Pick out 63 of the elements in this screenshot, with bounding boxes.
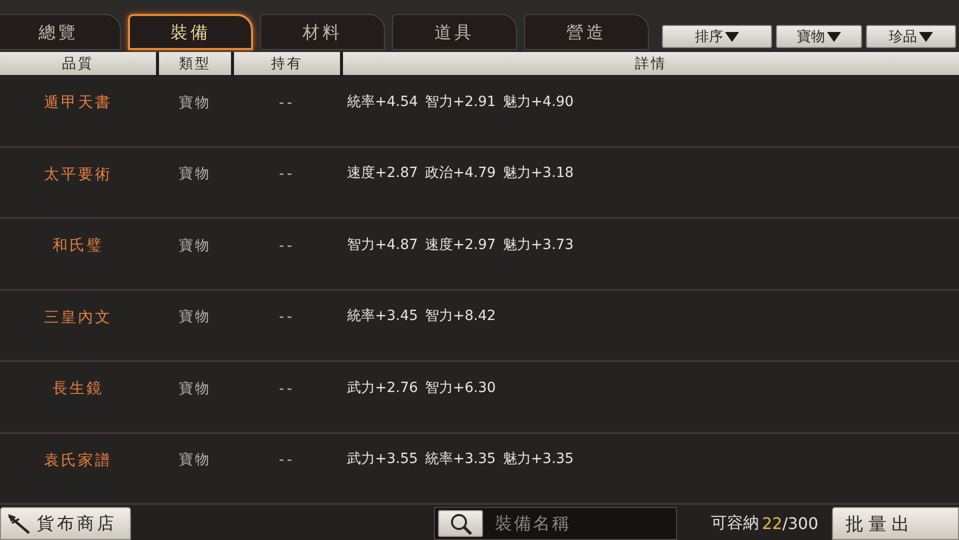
stat-bonus: 魅力+3.73 — [502, 236, 574, 254]
item-row[interactable]: 長生鏡 寶物 -- 武力+2.76 智力+6.30 — [0, 362, 959, 434]
capacity-text: 可容納 22/300 — [711, 512, 818, 535]
owned-value: -- — [278, 166, 296, 182]
category-tab[interactable]: 營造 — [524, 14, 649, 50]
search-field[interactable]: 裝備名稱 — [434, 507, 677, 540]
spear-icon — [7, 512, 31, 534]
stat-bonus: 智力+2.91 — [424, 92, 496, 111]
item-type: 寶物 — [179, 451, 211, 470]
item-name: 太平要術 — [44, 164, 112, 184]
stat-bonus: 速度+2.87 — [347, 164, 418, 182]
stat-bonus: 統率+3.45 — [347, 307, 418, 326]
stat-bonus: 武力+3.55 — [347, 450, 418, 468]
filter-dropdown[interactable]: 排序 — [662, 25, 772, 48]
item-name: 長生鏡 — [52, 379, 104, 398]
stat-bonus: 統率+4.54 — [347, 92, 418, 111]
item-type: 寶物 — [179, 308, 211, 326]
item-type: 寶物 — [179, 165, 211, 184]
stat-bonus: 速度+2.97 — [424, 236, 496, 254]
caret-icon — [725, 32, 739, 42]
stat-bonus: 魅力+4.90 — [502, 92, 574, 111]
column-header[interactable]: 類型 — [159, 52, 231, 75]
shop-button[interactable]: 貨布商店 — [0, 507, 131, 540]
batch-sell-button[interactable]: 批量出 — [832, 507, 959, 540]
caret-icon — [827, 32, 841, 42]
category-tab[interactable]: 總覽 — [0, 14, 121, 50]
item-type: 寶物 — [179, 380, 211, 398]
search-icon — [448, 512, 472, 534]
search-button[interactable] — [438, 510, 483, 537]
category-tab[interactable]: 材料 — [260, 14, 385, 50]
owned-value: -- — [278, 238, 296, 254]
item-name: 和氏璧 — [52, 236, 104, 256]
item-row[interactable]: 太平要術 寶物 -- 速度+2.87 政治+4.79 魅力+3.18 — [0, 148, 959, 219]
stat-bonus: 魅力+3.35 — [502, 450, 574, 468]
category-tab[interactable]: 裝備 — [128, 14, 253, 50]
owned-value: -- — [278, 380, 296, 397]
category-tab[interactable]: 道具 — [392, 14, 517, 50]
stat-bonus: 政治+4.79 — [424, 164, 496, 182]
item-row[interactable]: 遁甲天書 寶物 -- 統率+4.54 智力+2.91 魅力+4.90 — [0, 76, 959, 148]
column-header[interactable]: 品質 — [0, 52, 156, 75]
item-name: 三皇內文 — [44, 308, 112, 327]
stat-bonus: 智力+4.87 — [347, 236, 418, 254]
column-header[interactable]: 詳情 — [343, 52, 959, 75]
stat-bonus: 武力+2.76 — [347, 378, 418, 397]
caret-icon — [919, 32, 933, 42]
stat-bonus: 智力+6.30 — [424, 378, 496, 397]
search-input[interactable]: 裝備名稱 — [493, 512, 673, 534]
filter-dropdown[interactable]: 寶物 — [776, 25, 862, 48]
item-name: 袁氏家譜 — [44, 450, 112, 470]
filter-dropdown[interactable]: 珍品 — [866, 25, 956, 48]
stat-bonus: 魅力+3.18 — [502, 164, 574, 182]
column-header[interactable]: 持有 — [234, 52, 340, 75]
item-row[interactable]: 袁氏家譜 寶物 -- 武力+3.55 統率+3.35 魅力+3.35 — [0, 434, 959, 505]
item-row[interactable]: 三皇內文 寶物 -- 統率+3.45 智力+8.42 — [0, 290, 959, 362]
stat-bonus: 智力+8.42 — [424, 307, 496, 326]
item-name: 遁甲天書 — [44, 93, 112, 112]
owned-value: -- — [278, 94, 296, 111]
stat-bonus: 統率+3.35 — [424, 450, 496, 468]
owned-value: -- — [278, 452, 296, 468]
item-type: 寶物 — [179, 94, 211, 112]
owned-value: -- — [278, 309, 296, 326]
item-type: 寶物 — [179, 236, 211, 255]
item-row[interactable]: 和氏璧 寶物 -- 智力+4.87 速度+2.97 魅力+3.73 — [0, 219, 959, 290]
